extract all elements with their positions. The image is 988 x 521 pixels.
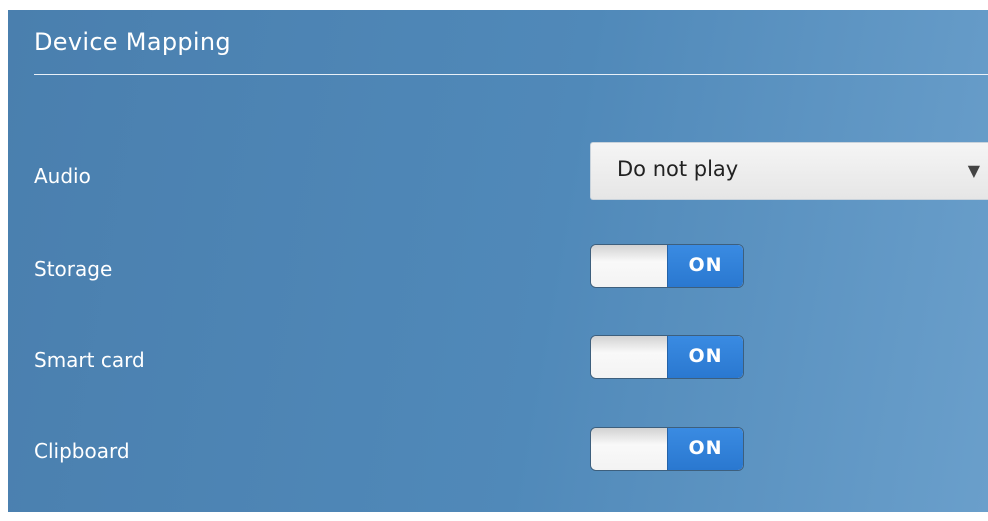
toggle-state-text: ON — [688, 437, 723, 459]
storage-label: Storage — [34, 257, 113, 281]
clipboard-toggle[interactable]: ON — [590, 427, 744, 471]
toggle-knob — [591, 336, 669, 378]
section-title: Device Mapping — [34, 28, 231, 56]
toggle-on-segment: ON — [667, 245, 743, 287]
storage-toggle[interactable]: ON — [590, 244, 744, 288]
dropdown-arrow-icon: ▼ — [967, 161, 980, 180]
toggle-on-segment: ON — [667, 428, 743, 470]
audio-label: Audio — [34, 164, 91, 188]
toggle-knob — [591, 245, 669, 287]
smart-card-toggle[interactable]: ON — [590, 335, 744, 379]
clipboard-label: Clipboard — [34, 439, 130, 463]
toggle-state-text: ON — [688, 345, 723, 367]
device-mapping-panel: Device Mapping Audio Do not play ▼ Stora… — [8, 10, 988, 512]
audio-dropdown-value: Do not play — [617, 157, 739, 181]
audio-dropdown[interactable]: Do not play ▼ — [590, 142, 988, 200]
toggle-on-segment: ON — [667, 336, 743, 378]
smart-card-label: Smart card — [34, 348, 145, 372]
toggle-state-text: ON — [688, 254, 723, 276]
section-divider — [34, 74, 988, 75]
toggle-knob — [591, 428, 669, 470]
